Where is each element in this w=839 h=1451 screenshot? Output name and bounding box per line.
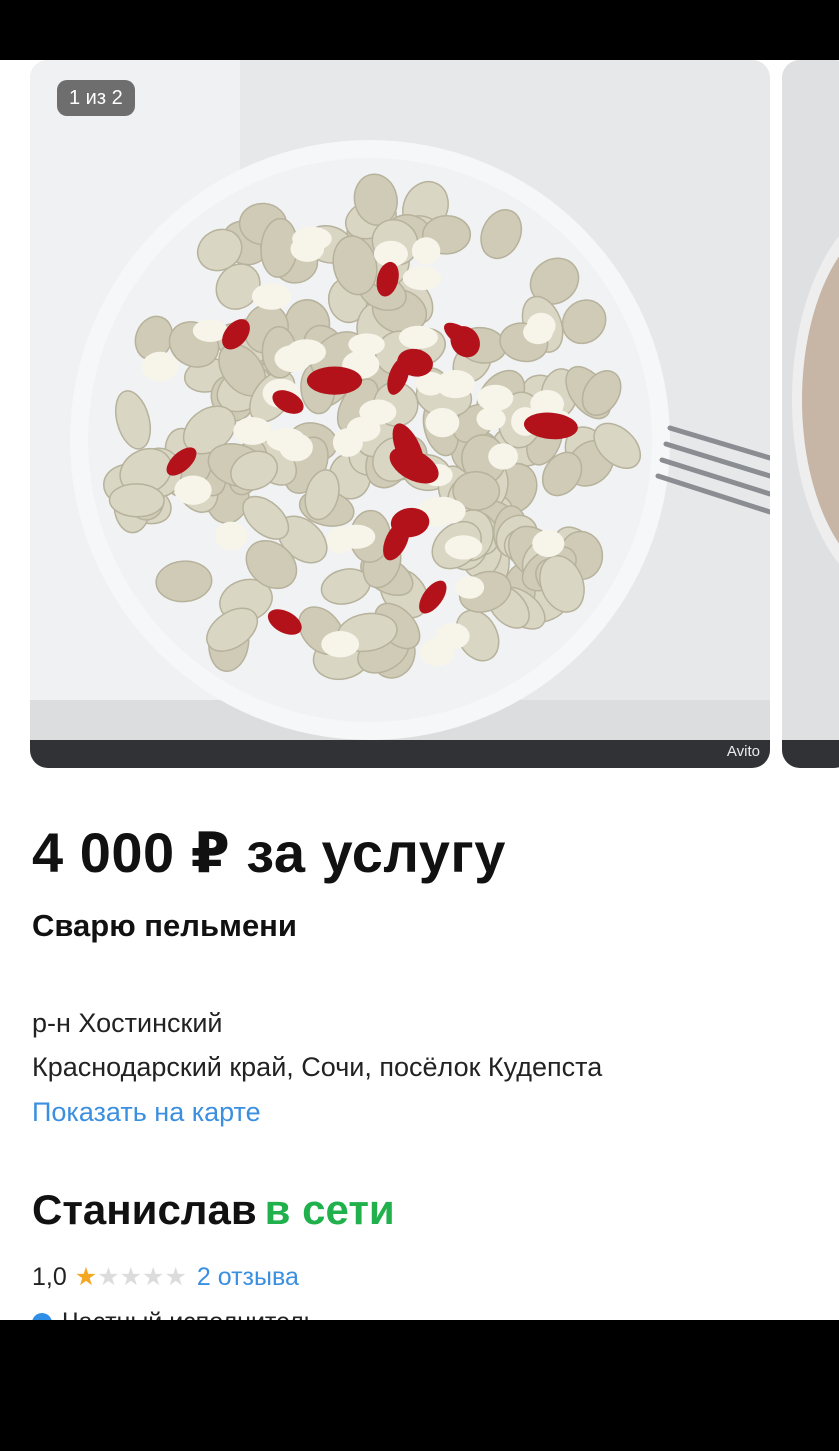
seller-type-row: Частный исполнитель (32, 1308, 317, 1320)
seller-name[interactable]: Станислав (32, 1186, 257, 1233)
seller-header[interactable]: Станислав в сети (32, 1186, 395, 1234)
next-photo-image (782, 60, 839, 768)
star-empty-icon: ★ (97, 1262, 120, 1291)
listing-title: Сварю пельмени (32, 908, 297, 943)
star-empty-icon: ★ (142, 1262, 165, 1291)
show-on-map-link[interactable]: Показать на карте (32, 1097, 261, 1128)
star-filled-icon: ★ (74, 1262, 98, 1291)
top-black-bar (0, 0, 839, 60)
bottom-black-bar (0, 1320, 839, 1451)
dumplings-plate-image (30, 60, 770, 768)
star-empty-icon: ★ (164, 1262, 187, 1291)
photo-dumplings[interactable] (30, 60, 770, 768)
seller-type: Частный исполнитель (62, 1308, 317, 1320)
star-empty-icon: ★ (119, 1262, 143, 1291)
listing-address: Краснодарский край, Сочи, посёлок Кудепс… (32, 1052, 603, 1082)
listing-district: р-н Хостинский (32, 1008, 223, 1038)
next-photo-preview[interactable] (782, 60, 839, 768)
verified-badge-icon (32, 1312, 52, 1320)
seller-rating-value: 1,0 (32, 1262, 67, 1291)
listing-screen: 1 из 2 Avito 4 000 ₽ за услугу Сварю пел… (0, 60, 839, 1320)
seller-rating-row: 1,0 ★ ★ ★ ★ ★ 2 отзыва (32, 1260, 299, 1294)
photo-counter-badge: 1 из 2 (57, 80, 135, 116)
reviews-link[interactable]: 2 отзыва (197, 1263, 299, 1292)
seller-online-status: в сети (264, 1186, 395, 1233)
photo-gallery[interactable]: 1 из 2 Avito (0, 60, 839, 772)
rating-stars: ★ ★ ★ ★ ★ (74, 1262, 187, 1291)
listing-price: 4 000 ₽ за услугу (32, 821, 506, 884)
